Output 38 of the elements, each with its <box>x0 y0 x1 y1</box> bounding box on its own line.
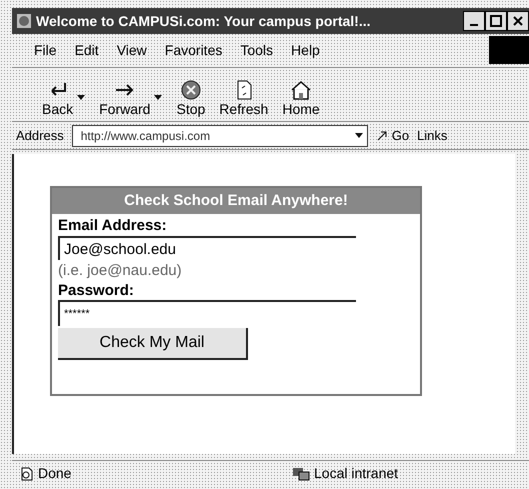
menu-item[interactable]: Favorites <box>164 40 222 61</box>
menu-item[interactable]: File <box>34 40 57 61</box>
email-hint: (i.e. joe@nau.edu) <box>58 261 183 281</box>
close-icon <box>512 15 524 27</box>
browser-icon <box>16 13 32 29</box>
status-text: Done <box>38 464 72 483</box>
menu-item[interactable]: Help <box>291 40 320 61</box>
address-label: Address <box>16 126 64 145</box>
panel-title: Check School Email Anywhere! <box>124 190 348 211</box>
password-label: Password: <box>58 282 135 300</box>
links-button[interactable]: Links <box>417 126 448 146</box>
maximize-icon <box>490 15 502 27</box>
arrow-icon <box>376 130 388 142</box>
dropdown-caret-icon[interactable] <box>354 132 363 138</box>
menu-item[interactable]: Edit <box>74 40 99 61</box>
minimize-button[interactable] <box>463 11 485 31</box>
maximize-button[interactable] <box>485 11 507 31</box>
toolbar-button[interactable]: Forward <box>99 78 150 118</box>
close-button[interactable] <box>507 11 529 31</box>
address-field[interactable]: http://www.campusi.com <box>72 124 368 146</box>
menu-item[interactable]: Tools <box>240 40 274 61</box>
toolbar-button[interactable]: Refresh <box>219 78 268 118</box>
page-icon <box>20 466 34 480</box>
window-title: Welcome to CAMPUSi.com: Your campus portal!... <box>36 12 370 31</box>
zone-text: Local intranet <box>314 464 398 483</box>
network-icon <box>292 466 310 482</box>
email-label: Email Address: <box>58 216 168 236</box>
menu-item[interactable]: View <box>116 40 147 61</box>
dropdown-caret-icon[interactable] <box>77 95 86 102</box>
minimize-icon <box>470 24 478 26</box>
toolbar-button[interactable]: Back <box>42 78 74 118</box>
toolbar-button[interactable]: Home <box>282 78 320 118</box>
password-field[interactable]: ****** <box>58 300 356 326</box>
toolbar-button[interactable]: Stop <box>176 78 206 118</box>
email-field[interactable]: Joe@school.edu <box>58 236 356 260</box>
go-button[interactable]: Go <box>376 126 410 146</box>
check-mail-button[interactable]: Check My Mail <box>58 328 248 360</box>
dropdown-caret-icon[interactable] <box>154 95 162 102</box>
